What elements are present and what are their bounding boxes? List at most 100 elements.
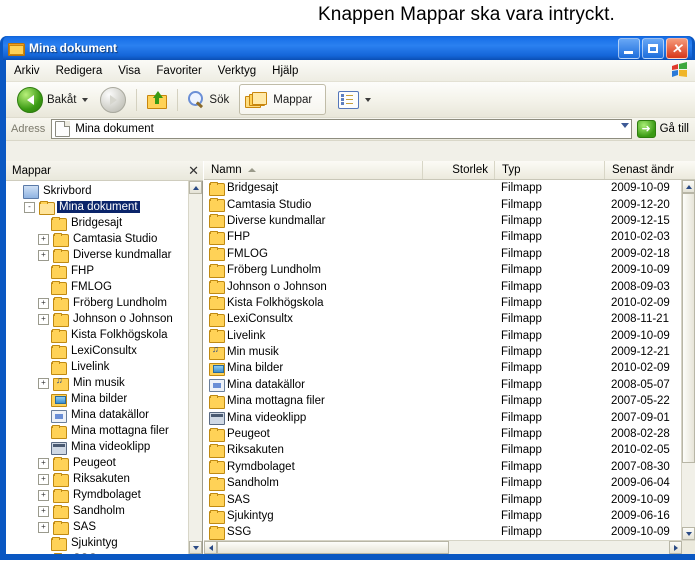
address-input[interactable]: Mina dokument xyxy=(51,119,632,139)
tree-item-label: Mina dokument xyxy=(57,201,140,213)
list-scroll-thumb[interactable] xyxy=(682,193,695,463)
folder-tree[interactable]: Skrivbord - Mina dokument Bridgesajt + Camtas… xyxy=(6,181,203,554)
table-row[interactable]: Mina videoklipp Filmapp 2007-09-01 xyxy=(204,409,695,426)
list-scroll-down-button[interactable] xyxy=(682,527,695,540)
tree-item[interactable]: Livelink xyxy=(6,359,202,375)
tree-item[interactable]: Mina bilder xyxy=(6,391,202,407)
tree-item[interactable]: FMLOG xyxy=(6,279,202,295)
list-scroll-up-button[interactable] xyxy=(682,180,695,193)
menu-item-visa[interactable]: Visa xyxy=(110,63,148,79)
up-button[interactable] xyxy=(141,84,173,115)
list-vertical-scrollbar[interactable] xyxy=(681,180,695,540)
table-row[interactable]: Riksakuten Filmapp 2010-02-05 xyxy=(204,442,695,458)
menu-item-arkiv[interactable]: Arkiv xyxy=(6,63,48,79)
tree-item[interactable]: - Mina dokument xyxy=(6,199,202,215)
table-row[interactable]: Mina bilder Filmapp 2010-02-09 xyxy=(204,360,695,376)
minimize-button[interactable] xyxy=(618,38,640,59)
table-row[interactable]: FMLOG Filmapp 2009-02-18 xyxy=(204,246,695,262)
expand-icon[interactable]: + xyxy=(38,521,49,533)
expand-icon[interactable]: + xyxy=(38,297,49,309)
chevron-down-icon[interactable] xyxy=(620,123,629,128)
title-bar[interactable]: Mina dokument ✕ xyxy=(3,36,692,60)
close-button[interactable]: ✕ xyxy=(666,38,688,59)
tree-item[interactable]: + Min musik xyxy=(6,375,202,391)
tree-item[interactable]: + Johnson o Johnson xyxy=(6,311,202,327)
table-row[interactable]: LexiConsultx Filmapp 2008-11-21 xyxy=(204,311,695,327)
views-dropdown-icon[interactable] xyxy=(365,97,372,102)
tree-item[interactable]: LexiConsultx xyxy=(6,343,202,359)
tree-item[interactable]: + Riksakuten xyxy=(6,471,202,487)
expand-icon[interactable]: + xyxy=(38,489,49,501)
table-row[interactable]: Mina mottagna filer Filmapp 2007-05-22 xyxy=(204,393,695,409)
table-row[interactable]: Kista Folkhögskola Filmapp 2010-02-09 xyxy=(204,295,695,311)
menu-item-verktyg[interactable]: Verktyg xyxy=(210,63,264,79)
back-button[interactable]: Bakåt xyxy=(11,84,94,115)
table-row[interactable]: Fröberg Lundholm Filmapp 2009-10-09 xyxy=(204,262,695,278)
tree-item[interactable]: + SAS xyxy=(6,519,202,535)
menu-item-favoriter[interactable]: Favoriter xyxy=(148,63,209,79)
tree-item[interactable]: FHP xyxy=(6,263,202,279)
table-row[interactable]: Livelink Filmapp 2009-10-09 xyxy=(204,328,695,344)
tree-item[interactable]: + SSG xyxy=(6,551,202,554)
expand-icon[interactable]: + xyxy=(38,313,49,325)
resize-grip[interactable] xyxy=(682,541,695,554)
table-row[interactable]: Min musikFilmapp2009-12-21 xyxy=(204,344,695,360)
scroll-right-button[interactable] xyxy=(669,541,682,554)
table-row[interactable]: SSG Filmapp 2009-10-09 xyxy=(204,524,695,540)
tree-item[interactable]: + Rymdbolaget xyxy=(6,487,202,503)
tree-item[interactable]: Mina mottagna filer xyxy=(6,423,202,439)
table-row[interactable]: Rymdbolaget Filmapp 2007-08-30 xyxy=(204,459,695,475)
tree-vertical-scrollbar[interactable] xyxy=(188,181,202,554)
list-horizontal-scrollbar[interactable] xyxy=(204,540,695,554)
back-dropdown-icon[interactable] xyxy=(82,97,89,102)
table-row[interactable]: Peugeot Filmapp 2008-02-28 xyxy=(204,426,695,442)
tree-item[interactable]: Mina datakällor xyxy=(6,407,202,423)
file-name-cell: Min musik xyxy=(204,344,423,360)
tree-item[interactable]: + Sandholm xyxy=(6,503,202,519)
table-row[interactable]: FHP Filmapp 2010-02-03 xyxy=(204,229,695,245)
search-button[interactable]: Sök xyxy=(182,84,235,115)
close-icon[interactable]: ✕ xyxy=(188,164,199,177)
tree-item[interactable]: Skrivbord xyxy=(6,183,202,199)
column-header-size[interactable]: Storlek xyxy=(423,161,495,179)
expand-icon[interactable]: + xyxy=(38,377,49,389)
table-row[interactable]: Sjukintyg Filmapp 2009-06-16 xyxy=(204,508,695,524)
expand-icon[interactable]: + xyxy=(38,505,49,517)
table-row[interactable]: Diverse kundmallar Filmapp 2009-12-15 xyxy=(204,213,695,229)
tree-item[interactable]: + Diverse kundmallar xyxy=(6,247,202,263)
table-row[interactable]: Sandholm Filmapp 2009-06-04 xyxy=(204,475,695,491)
table-row[interactable]: Bridgesajt Filmapp 2009-10-09 xyxy=(204,180,695,196)
expand-icon[interactable]: + xyxy=(38,233,49,245)
table-row[interactable]: SAS Filmapp 2009-10-09 xyxy=(204,491,695,508)
forward-button[interactable] xyxy=(94,84,132,115)
tree-item[interactable]: + Fröberg Lundholm xyxy=(6,295,202,311)
menu-item-redigera[interactable]: Redigera xyxy=(48,63,111,79)
tree-item[interactable]: Sjukintyg xyxy=(6,535,202,551)
tree-item[interactable]: Bridgesajt xyxy=(6,215,202,231)
table-row[interactable]: Mina datakällor Filmapp 2008-05-07 xyxy=(204,377,695,393)
expand-icon[interactable]: + xyxy=(38,249,49,261)
tree-item[interactable]: Mina videoklipp xyxy=(6,439,202,455)
go-button[interactable]: ➜ Gå till xyxy=(636,120,689,138)
expand-icon[interactable]: + xyxy=(38,457,49,469)
table-row[interactable]: Camtasia Studio Filmapp 2009-12-20 xyxy=(204,196,695,213)
scroll-down-button[interactable] xyxy=(189,541,202,554)
scroll-left-button[interactable] xyxy=(204,541,217,554)
file-list-body[interactable]: Bridgesajt Filmapp 2009-10-09 Camtasia Stud… xyxy=(204,180,695,540)
column-header-type[interactable]: Typ xyxy=(495,161,605,179)
views-button[interactable] xyxy=(332,84,377,115)
collapse-icon[interactable]: - xyxy=(24,201,35,213)
table-row[interactable]: Johnson o Johnson Filmapp 2008-09-03 xyxy=(204,278,695,295)
tree-item[interactable]: Kista Folkhögskola xyxy=(6,327,202,343)
tree-item[interactable]: + Camtasia Studio xyxy=(6,231,202,247)
column-header-date[interactable]: Senast ändr xyxy=(605,161,695,179)
hscroll-thumb[interactable] xyxy=(217,541,449,554)
expand-icon[interactable]: + xyxy=(38,553,49,554)
expand-icon[interactable]: + xyxy=(38,473,49,485)
folders-button[interactable]: Mappar xyxy=(239,84,327,115)
column-header-name[interactable]: Namn xyxy=(204,161,423,179)
scroll-up-button[interactable] xyxy=(189,181,202,194)
tree-item[interactable]: + Peugeot xyxy=(6,455,202,471)
menu-item-hjalp[interactable]: Hjälp xyxy=(264,63,306,79)
maximize-button[interactable] xyxy=(642,38,664,59)
